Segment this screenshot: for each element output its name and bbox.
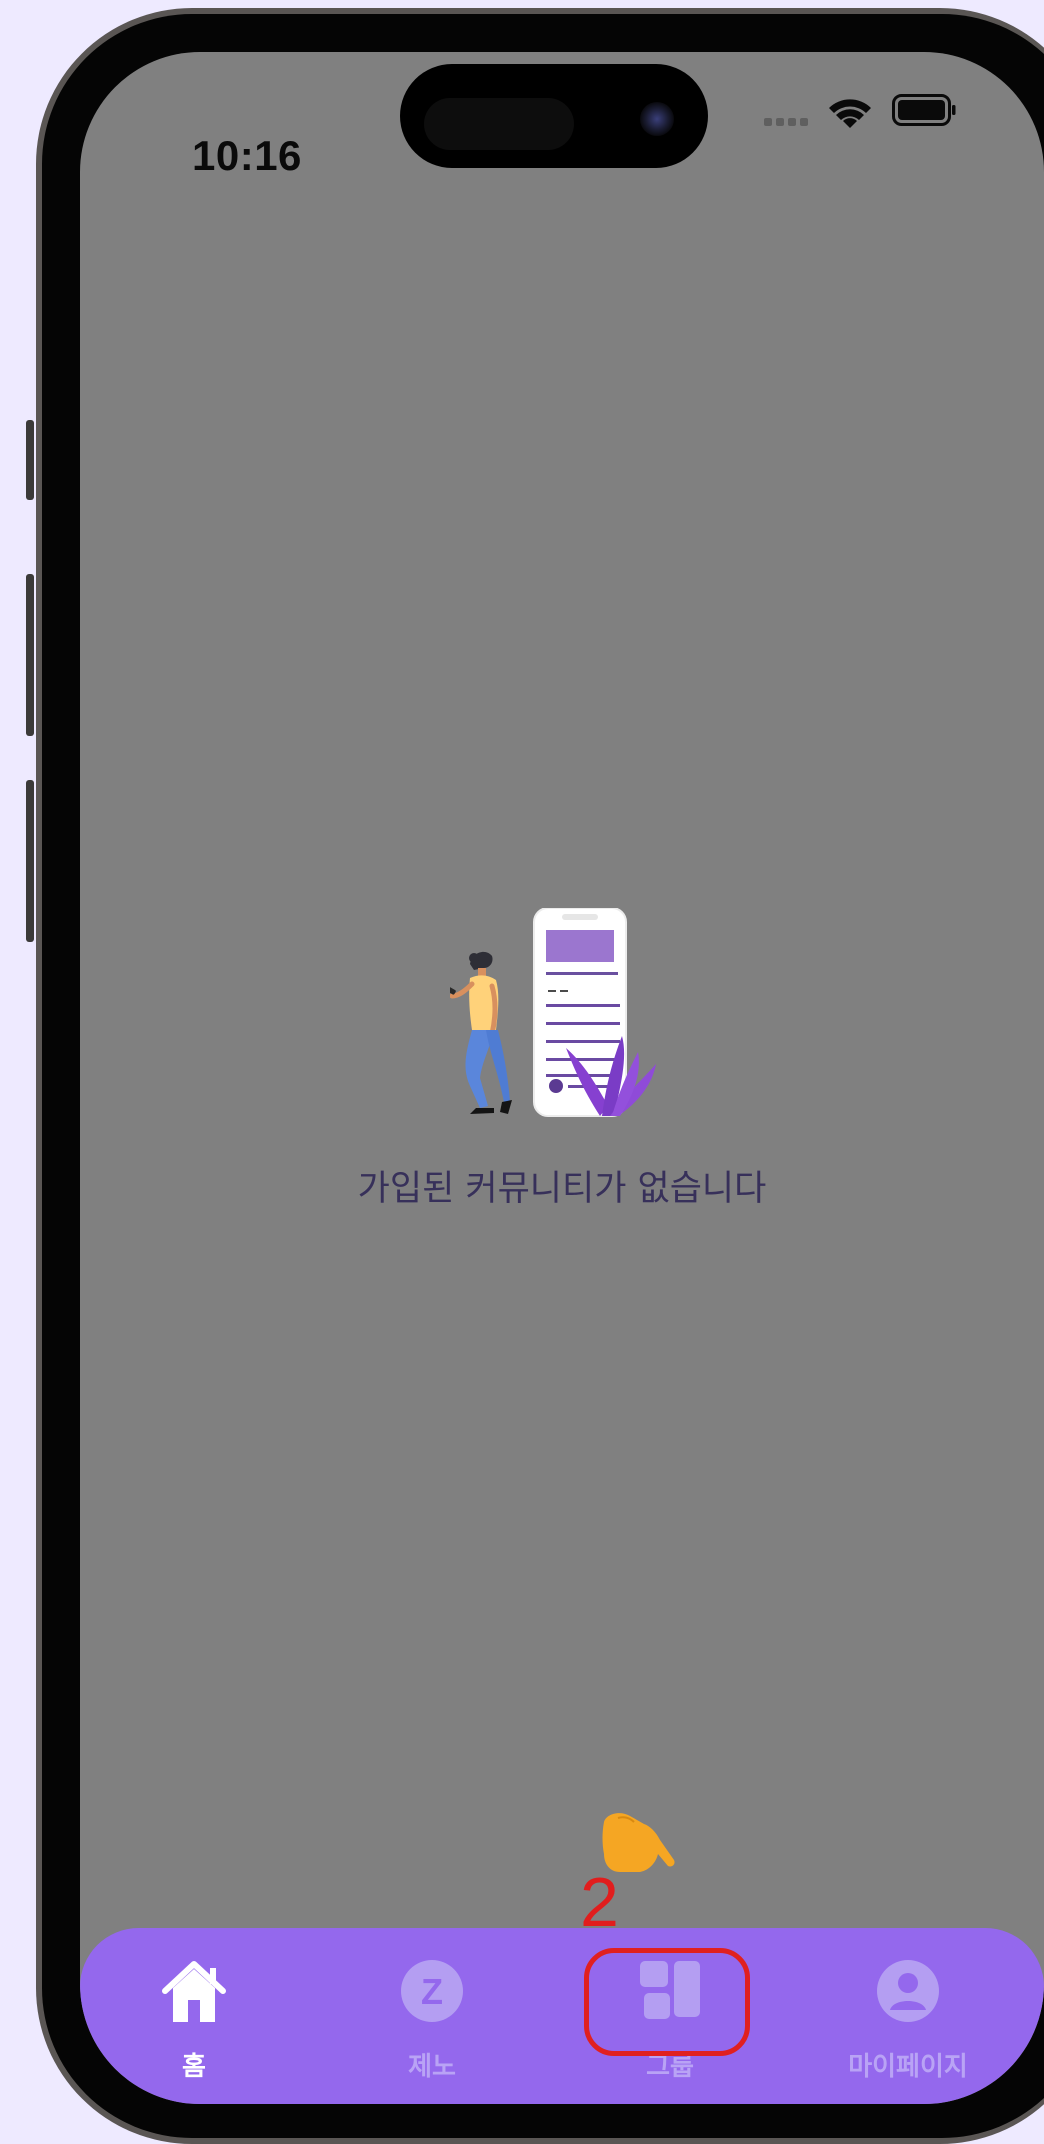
tab-home[interactable]: 홈	[99, 1950, 289, 2082]
tab-highlight-box	[584, 1948, 750, 2056]
empty-state-illustration	[450, 908, 656, 1117]
app-screen: 10:16 가입된 커뮤니티가 없습니다 홈 Z 제노 그룹 마이페이지	[80, 52, 1044, 2104]
camera-icon	[640, 102, 674, 136]
cellular-signal-icon	[764, 118, 808, 126]
bottom-tab-bar: 홈 Z 제노 그룹 마이페이지	[80, 1928, 1044, 2104]
tab-mypage-label: 마이페이지	[848, 2052, 968, 2082]
island-sensor	[424, 98, 574, 150]
battery-icon	[892, 94, 956, 126]
tab-home-label: 홈	[182, 2052, 206, 2082]
volume-up-button	[26, 574, 34, 736]
step-number-label: 2	[580, 1863, 619, 1941]
zeno-icon: Z	[401, 1960, 463, 2022]
person-icon	[877, 1960, 939, 2022]
volume-down-button	[26, 780, 34, 942]
dynamic-island	[400, 64, 708, 168]
tab-zeno-label: 제노	[408, 2052, 456, 2082]
action-button	[26, 420, 34, 500]
status-time: 10:16	[192, 132, 302, 179]
svg-text:Z: Z	[421, 1971, 443, 2012]
tab-mypage[interactable]: 마이페이지	[813, 1950, 1003, 2082]
home-icon	[162, 1961, 226, 2022]
tab-zeno[interactable]: Z 제노	[337, 1950, 527, 2082]
wifi-icon	[829, 99, 871, 128]
empty-state-message: 가입된 커뮤니티가 없습니다	[357, 1169, 767, 1209]
